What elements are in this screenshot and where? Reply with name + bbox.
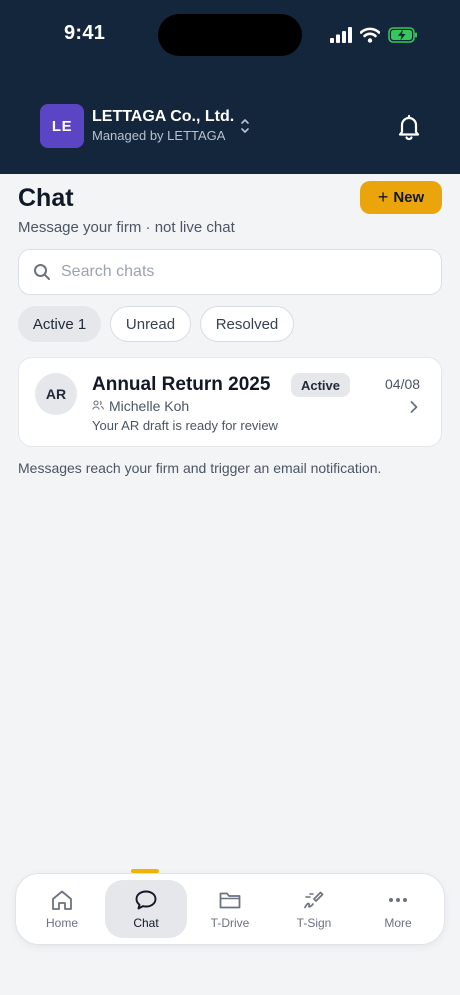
chat-date: 04/08 — [385, 376, 421, 392]
switch-org-icon[interactable] — [238, 116, 252, 136]
bottom-tab-bar: Home Chat T-Drive T-Sign More — [15, 873, 445, 945]
tab-label: T-Drive — [210, 915, 250, 930]
chat-title: Annual Return 2025 — [92, 374, 271, 395]
footnote: Messages reach your firm and trigger an … — [18, 460, 382, 476]
folder-icon — [219, 892, 241, 908]
status-badge: Active — [291, 373, 350, 397]
chat-participant: Michelle Koh — [109, 398, 190, 414]
tab-chat[interactable]: Chat — [105, 880, 187, 938]
signature-pen-icon — [304, 891, 324, 908]
tab-label: Chat — [133, 915, 159, 930]
chat-bubble-icon — [135, 890, 157, 909]
tab-more[interactable]: More — [357, 880, 439, 938]
chat-avatar: AR — [35, 373, 77, 415]
participants-icon — [92, 400, 104, 410]
filter-chip-resolved[interactable]: Resolved — [200, 306, 294, 342]
filter-chip-active[interactable]: Active 1 — [18, 306, 101, 342]
page-title: Chat — [18, 184, 74, 212]
chat-list-item[interactable]: AR Annual Return 2025 Active 04/08 Miche… — [18, 357, 442, 447]
page-subtitle: Message your firm · not live chat — [18, 219, 235, 236]
chat-preview: Your AR draft is ready for review — [92, 418, 278, 433]
bell-icon[interactable] — [396, 113, 422, 141]
new-chat-button[interactable]: + New — [360, 181, 442, 214]
plus-icon: + — [377, 187, 389, 207]
search-box[interactable] — [18, 249, 442, 295]
tab-label: T-Sign — [296, 915, 332, 930]
app-header: 9:41 LE LETTAGA Co., Ltd. Managed by LET… — [0, 0, 460, 174]
filter-chip-unread[interactable]: Unread — [110, 306, 191, 342]
more-dots-icon — [389, 897, 407, 902]
dynamic-island — [158, 14, 302, 56]
tab-label: Home — [45, 915, 78, 930]
chevron-right-icon — [410, 401, 418, 413]
search-icon — [34, 264, 50, 280]
tab-home[interactable]: Home — [21, 880, 103, 938]
signal-icon — [330, 27, 352, 43]
home-icon — [52, 890, 72, 910]
org-name[interactable]: LETTAGA Co., Ltd. — [92, 108, 234, 126]
status-icons — [330, 24, 418, 46]
wifi-icon — [360, 27, 380, 43]
battery-charging-icon — [388, 27, 417, 43]
tab-t-drive[interactable]: T-Drive — [189, 880, 271, 938]
search-input[interactable] — [61, 258, 431, 286]
org-avatar[interactable]: LE — [40, 104, 84, 148]
tab-label: More — [384, 915, 412, 930]
status-time: 9:41 — [64, 22, 106, 44]
new-chat-button-label: New — [393, 189, 425, 206]
org-subtitle: Managed by LETTAGA — [92, 128, 226, 143]
tab-t-sign[interactable]: T-Sign — [273, 880, 355, 938]
